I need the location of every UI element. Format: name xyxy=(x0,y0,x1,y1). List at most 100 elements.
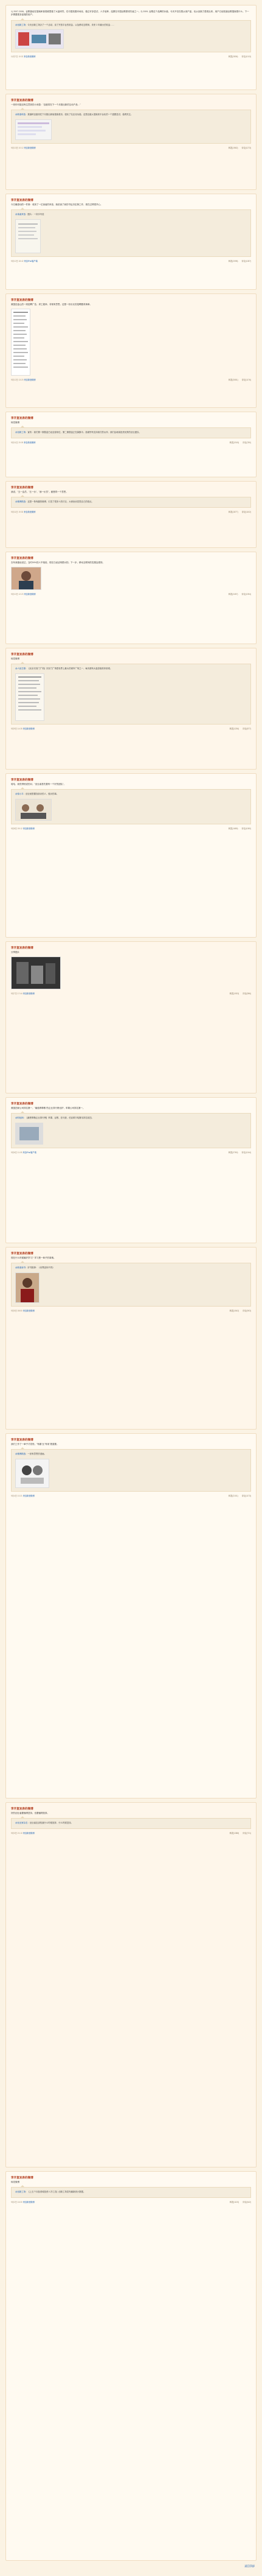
post-time[interactable]: 9月8日 09:12 xyxy=(11,827,22,830)
post-source[interactable]: 来自新浪微博 xyxy=(23,992,35,995)
quote-author-link[interactable]: @微博精选 xyxy=(15,1453,26,1455)
comment-button[interactable]: 评论(1102) xyxy=(242,511,251,513)
quote-author-link[interactable]: @创新工场 xyxy=(15,431,26,433)
repost-button[interactable]: 转发(2760) xyxy=(229,1151,238,1154)
repost-button[interactable]: 转发(3081) xyxy=(229,379,238,381)
post-time[interactable]: 9月11日 19:30 xyxy=(11,511,23,513)
post-source[interactable]: 来自新浪微博 xyxy=(23,1832,35,1834)
repost-button[interactable]: 转发(1689) xyxy=(229,827,238,830)
post-source[interactable]: 来自新浪微博 xyxy=(23,1310,35,1312)
post-author[interactable]: 李开复发表的微博 xyxy=(11,2175,251,2180)
repost-button[interactable]: 转发(2457) xyxy=(229,593,238,595)
repost-button[interactable]: 转发(1562) xyxy=(229,147,238,149)
post-author[interactable]: 李开复发表的微博 xyxy=(11,485,251,490)
post-image[interactable] xyxy=(15,119,52,140)
post-time[interactable]: 9月12日 18:42 xyxy=(11,260,24,262)
post-source[interactable]: 来自新浪微博 xyxy=(24,379,35,381)
comment-button[interactable]: 评论(1013) xyxy=(241,55,251,58)
post-source[interactable]: 来自新浪微博 xyxy=(23,2201,35,2203)
post-author[interactable]: 李开复发表的微博 xyxy=(11,1251,251,1255)
post-source[interactable]: 来自iPad客户端 xyxy=(24,260,37,262)
post-author[interactable]: 李开复发表的微博 xyxy=(11,556,251,560)
post-time[interactable]: 9月5日 08:50 xyxy=(11,1310,22,1312)
post-author[interactable]: 李开复发表的微博 xyxy=(11,298,251,302)
post-source[interactable]: 来自新浪微博 xyxy=(24,593,35,595)
post-source[interactable]: 来自新浪微博 xyxy=(23,728,35,730)
quote-author-link[interactable]: @微博精选 xyxy=(15,500,26,503)
post-image[interactable] xyxy=(15,1458,49,1488)
post-image[interactable] xyxy=(15,1122,43,1145)
comment-button[interactable]: 评论(1394) xyxy=(241,593,251,595)
post-image[interactable] xyxy=(11,956,61,990)
repost-button[interactable]: 转发(2101) xyxy=(229,1495,238,1497)
post-time[interactable]: 9月2日 16:30 xyxy=(11,2201,22,2203)
post-image[interactable] xyxy=(15,1272,40,1303)
post-image[interactable] xyxy=(11,309,30,376)
quote-author-link[interactable]: @创新工场 xyxy=(15,2191,26,2193)
repost-button[interactable]: 转发(1388) xyxy=(230,1832,240,1834)
post-time[interactable]: 9月12日 13:20 xyxy=(11,379,24,381)
comment-button[interactable]: 评论(780) xyxy=(243,441,251,444)
post-image[interactable] xyxy=(11,567,41,591)
post-card: 李开复发表的微博 一则你可能没有注意到的小消息："百度将在下一个月推出新的互动产… xyxy=(5,94,257,190)
repost-button[interactable]: 转发(1923) xyxy=(230,992,240,995)
quote-author-link[interactable]: @徐小平 xyxy=(15,793,24,795)
post-meta: 9月2日 16:30 来自新浪微博 转发(1120) 评论(642) xyxy=(11,2200,251,2205)
post-time[interactable]: 9月11日 20:09 xyxy=(11,441,23,444)
post-author[interactable]: 李开复发表的微博 xyxy=(11,198,251,202)
repost-button[interactable]: 转发(1542) xyxy=(230,1310,240,1312)
repost-button[interactable]: 转发(1877) xyxy=(229,511,238,513)
comment-button[interactable]: 评论(903) xyxy=(243,1310,251,1312)
post-time[interactable]: 9月6日 11:05 xyxy=(11,1151,22,1154)
post-time[interactable]: 9月3日 21:10 xyxy=(11,1832,22,1834)
post-source[interactable]: 来自新浪微博 xyxy=(24,441,35,444)
post-author[interactable]: 李开复发表的微博 xyxy=(11,652,251,656)
quote-author-link[interactable]: @新浪科技 xyxy=(15,113,26,116)
post-author[interactable]: 李开复发表的微博 xyxy=(11,416,251,420)
comment-button[interactable]: 评论(1173) xyxy=(242,1495,251,1497)
comment-button[interactable]: 评论(1176) xyxy=(242,379,251,381)
post-author[interactable]: 李开复发表的微博 xyxy=(11,1806,251,1811)
quote-author-link[interactable]: @创业家杂志 xyxy=(15,1822,27,1824)
post-time[interactable]: 9月4日 10:21 xyxy=(11,1495,22,1497)
post-time[interactable]: 9月7日 17:44 xyxy=(11,992,22,995)
quote-author-link[interactable]: @新浪读书 xyxy=(15,1266,26,1269)
post-source[interactable]: 来自新浪微博 xyxy=(24,147,35,149)
post-time[interactable]: 9月13日 10:12 xyxy=(11,147,24,149)
post-source[interactable]: 来自新浪微博 xyxy=(24,511,35,513)
comment-button[interactable]: 评论(642) xyxy=(243,2201,251,2203)
comment-button[interactable]: 评论(721) xyxy=(243,1832,251,1834)
post-time[interactable]: 11月7日 10:02 xyxy=(11,55,23,58)
post-image[interactable] xyxy=(15,798,52,821)
post-image[interactable] xyxy=(15,673,44,721)
comment-button[interactable]: 评论(956) xyxy=(243,992,251,995)
post-author[interactable]: 李开复发表的微博 xyxy=(11,946,251,950)
quote-author-link[interactable]: @创新工场 xyxy=(15,24,26,26)
quote-author-link[interactable]: @读者来信 xyxy=(15,213,26,216)
comment-button[interactable]: 评论(1273) xyxy=(241,147,251,149)
post-time[interactable]: 9月9日 14:35 xyxy=(11,728,22,730)
repost-button[interactable]: 转发(1120) xyxy=(230,2201,239,2203)
post-source[interactable]: 来自新浪微博 xyxy=(24,55,35,58)
comment-button[interactable]: 评论(1244) xyxy=(241,1151,251,1154)
repost-button[interactable]: 转发(2836) xyxy=(229,55,238,58)
post-author[interactable]: 李开复发表的微博 xyxy=(11,1437,251,1442)
post-source[interactable]: 来自新浪微博 xyxy=(23,1495,35,1497)
post-time[interactable]: 9月10日 12:20 xyxy=(11,593,24,595)
post-author[interactable]: 李开复发表的微博 xyxy=(11,777,251,782)
repost-button[interactable]: 转发(2015) xyxy=(230,441,240,444)
post-image[interactable] xyxy=(15,29,64,49)
post-author[interactable]: 李开复发表的微博 xyxy=(11,1101,251,1106)
post-image[interactable] xyxy=(15,219,41,253)
comment-button[interactable]: 评论(1050) xyxy=(241,827,251,830)
repost-button[interactable]: 转发(2098) xyxy=(229,260,238,262)
quote-author-link[interactable]: @人民日报 xyxy=(15,667,26,670)
back-to-top-link[interactable]: 返回顶部 xyxy=(244,2564,255,2567)
post-source[interactable]: 来自iPad客户端 xyxy=(22,1151,36,1154)
post-author[interactable]: 李开复发表的微博 xyxy=(11,98,251,102)
repost-button[interactable]: 转发(1236) xyxy=(230,728,240,730)
comment-button[interactable]: 评论(877) xyxy=(243,728,251,730)
post-source[interactable]: 来自新浪微博 xyxy=(23,827,35,830)
quote-author-link[interactable]: @财经网 xyxy=(15,1117,24,1119)
comment-button[interactable]: 评论(1287) xyxy=(241,260,251,262)
